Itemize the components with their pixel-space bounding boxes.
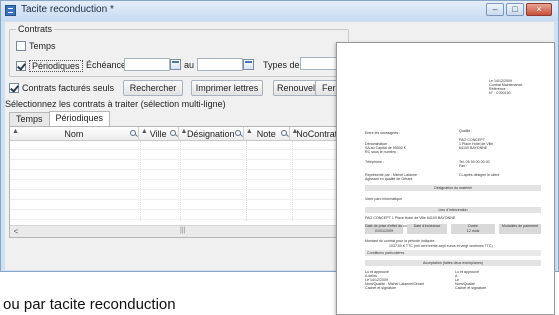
doc-lieu: PAO CONCEPT 1 Place Hotel de Ville 64100…	[365, 216, 456, 220]
doc-materiel: Votre parc informatique	[365, 197, 403, 201]
table-row[interactable]	[10, 181, 345, 190]
doc-entre-label: Entre les soussignés :	[365, 131, 401, 135]
temps-checkbox-label: Temps	[29, 41, 56, 51]
scroll-left-icon[interactable]: <	[10, 226, 22, 237]
sort-icon[interactable]: ▲	[12, 127, 19, 139]
minimize-icon[interactable]: –	[486, 3, 504, 16]
tab-periodiques[interactable]: Périodiques	[48, 111, 111, 126]
doc-client-designation: Ci-après désigné le client	[459, 173, 500, 177]
column-header-ville[interactable]: ▲ Ville	[139, 127, 179, 141]
doc-cell-label: Modalités de paiement	[501, 224, 539, 228]
selection-instructions: Sélectionnez les contrats à traiter (sél…	[5, 99, 226, 109]
temps-checkbox-box[interactable]	[16, 41, 26, 51]
window-controls: – □ ×	[486, 3, 552, 16]
background-page-text: ou par tacite reconduction	[3, 296, 176, 313]
factures-checkbox-box[interactable]	[9, 83, 19, 93]
imprimer-lettres-button[interactable]: Imprimer lettres	[191, 80, 263, 96]
table-row[interactable]	[10, 161, 345, 170]
column-label: Nom	[64, 129, 84, 139]
au-label: au	[184, 60, 195, 70]
close-icon[interactable]: ×	[526, 3, 552, 16]
table-row[interactable]	[10, 201, 345, 210]
contracts-grid[interactable]: ▲ Nom ▲ Ville ▲ Désignation ▲ Note ▲ NoC…	[9, 126, 346, 238]
title-bar[interactable]: Tacite reconduction * – □ ×	[1, 1, 558, 21]
calendar-icon[interactable]	[170, 59, 181, 70]
column-divider	[140, 141, 141, 221]
column-label: Désignation	[186, 129, 235, 139]
doc-cell-duree: Durée 12 mois	[451, 224, 495, 234]
grid-header: ▲ Nom ▲ Ville ▲ Désignation ▲ Note ▲ NoC…	[10, 127, 345, 141]
filter-search-icon[interactable]	[129, 130, 136, 136]
doc-fax-value: Fax :	[459, 164, 467, 168]
doc-section-title: Lieu d'intervention	[438, 208, 468, 212]
column-label: NoContrat	[296, 129, 338, 139]
column-divider	[292, 141, 293, 221]
doc-city-value: 64100 BAYONNE	[459, 146, 488, 150]
doc-montant-label: Montant du contrat pour la période indiq…	[365, 239, 437, 243]
doc-cell-value: 01/01/2009	[375, 229, 393, 233]
sort-icon[interactable]: ▲	[292, 127, 299, 139]
doc-tel-label: Téléphone :	[365, 160, 384, 164]
doc-sig-right-5: Cachet et signature	[455, 286, 487, 290]
maximize-icon[interactable]: □	[506, 3, 524, 16]
periodiques-checkbox[interactable]: Périodiques	[16, 60, 83, 72]
table-row[interactable]	[10, 151, 345, 160]
filter-search-icon[interactable]	[169, 130, 176, 136]
periodiques-checkbox-label: Périodiques	[29, 60, 83, 72]
doc-rcs-label: RC sous le numéro :	[365, 150, 398, 154]
doc-cell-modalites: Modalités de paiement	[499, 224, 541, 234]
table-row[interactable]	[10, 191, 345, 200]
filter-search-icon[interactable]	[280, 130, 287, 136]
column-label: Note	[256, 129, 276, 139]
doc-number: N° : C000150	[489, 91, 511, 95]
doc-sig-right-1: Lu et approuvé	[455, 270, 479, 274]
doc-cell-label: Date d'échéance	[413, 224, 441, 228]
column-divider	[180, 141, 181, 221]
doc-cell-date: Date de prise d'effet du contrat 01/01/2…	[365, 224, 414, 234]
column-header-note[interactable]: ▲ Note	[244, 127, 290, 141]
tab-bar: Temps Périodiques	[9, 111, 111, 126]
column-divider	[246, 141, 247, 221]
tab-temps[interactable]: Temps	[9, 112, 50, 126]
doc-montant-value: 1037,00 € TTC (mil cent trente-sept euro…	[389, 244, 493, 248]
doc-cell-value: 12 mois	[466, 229, 480, 233]
contract-letter-preview: Le 14/12/2009 Contrat Maintenance Référe…	[336, 42, 555, 315]
doc-sig-left-5: Cachet et signature	[365, 286, 397, 290]
temps-checkbox[interactable]: Temps	[16, 41, 56, 51]
factures-checkbox-label: Contrats facturés seuls	[22, 83, 115, 93]
echeance-to-input[interactable]	[197, 58, 243, 71]
horizontal-scrollbar[interactable]: < |||	[10, 225, 345, 237]
doc-representant-role: Agissant en qualité de Gérant	[365, 177, 413, 181]
table-row[interactable]	[10, 211, 345, 220]
periodiques-checkbox-box[interactable]	[16, 61, 26, 71]
app-icon	[5, 5, 16, 16]
filter-search-icon[interactable]	[234, 130, 241, 136]
table-row[interactable]	[10, 171, 345, 180]
column-header-nom[interactable]: ▲ Nom	[10, 127, 139, 141]
doc-section-title: Conditions particulières	[367, 251, 405, 255]
sort-icon[interactable]: ▲	[141, 127, 148, 139]
echeance-from-input[interactable]	[124, 58, 170, 71]
rechercher-button[interactable]: Rechercher	[123, 80, 183, 96]
column-header-designation[interactable]: ▲ Désignation	[179, 127, 244, 141]
window-title: Tacite reconduction *	[21, 4, 114, 15]
scroll-grip-icon[interactable]: |||	[180, 227, 185, 234]
doc-section-title: Acceptation (faites deux exemplaires)	[423, 261, 483, 265]
doc-section-designation: Désignation du matériel	[365, 185, 541, 191]
doc-cell-echeance: Date d'échéance	[407, 224, 447, 234]
column-label: Ville	[149, 129, 167, 139]
doc-section-lieu: Lieu d'intervention	[365, 207, 541, 213]
doc-section-title: Désignation du matériel	[434, 186, 472, 190]
sort-icon[interactable]: ▲	[246, 127, 253, 139]
calendar-icon[interactable]	[243, 59, 254, 70]
doc-qualite-label: Qualité :	[459, 129, 473, 133]
doc-section-acceptation: Acceptation (faites deux exemplaires)	[365, 260, 541, 266]
sort-icon[interactable]: ▲	[181, 127, 188, 139]
doc-section-conditions: Conditions particulières	[365, 250, 541, 256]
contrats-group-label: Contrats	[16, 24, 55, 34]
contrats-groupbox: Contrats Temps Périodiques Échéance du a…	[9, 24, 349, 77]
table-row[interactable]	[10, 141, 345, 150]
factures-checkbox[interactable]: Contrats facturés seuls	[9, 83, 114, 93]
